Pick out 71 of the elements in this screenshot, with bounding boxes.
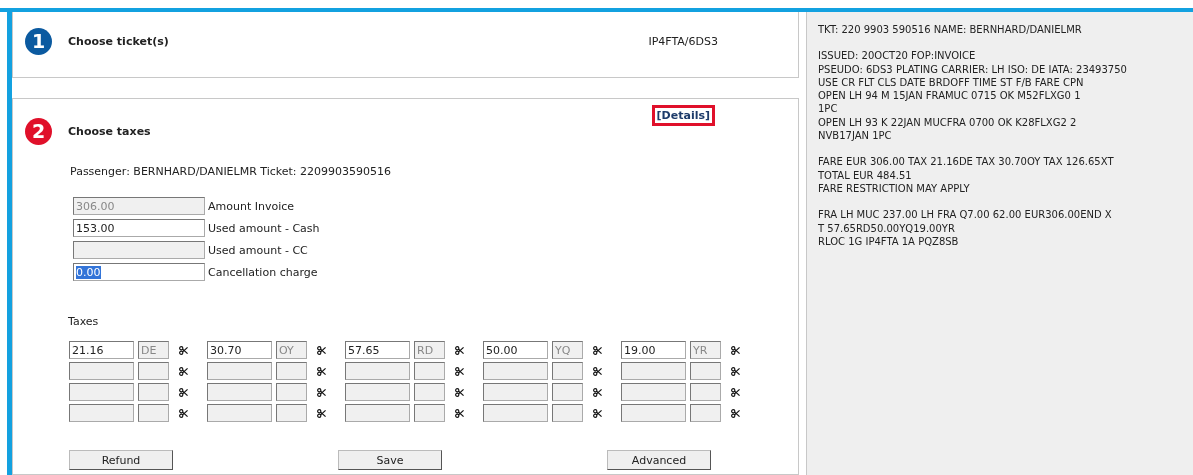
scissors-icon[interactable] [593,345,602,355]
step-title: Choose taxes [68,124,151,138]
ticket-text-line: TKT: 220 9903 590516 NAME: BERNHARD/DANIELMR [818,23,1083,37]
scissors-icon[interactable] [731,387,740,397]
passenger-info: Passenger: BERNHARD/DANIELMR Ticket: 2209903590516 [70,165,393,178]
scissors-icon[interactable] [455,387,464,397]
scissors-icon[interactable] [593,408,602,418]
ticket-text-line: FARE EUR 306.00 TAX 21.16DE TAX 30.70OY TAX 126.65XT [818,155,1115,169]
tax-amount-field[interactable]: 19.00 [621,341,686,359]
tax-code-field[interactable] [138,362,169,380]
field-label: Used amount - Cash [208,221,320,235]
ticket-text-line: FRA LH MUC 237.00 LH FRA Q7.00 62.00 EUR306.00END X [818,208,1113,222]
scissors-icon[interactable] [593,387,602,397]
scissors-icon[interactable] [317,366,326,376]
tax-code-field[interactable] [690,404,721,422]
ticket-text-line: ISSUED: 20OCT20 FOP:INVOICE [818,49,977,63]
ticket-text-line: 1PC [818,102,839,116]
step-number: 2 [25,117,52,145]
ticket-text-line: NVB17JAN 1PC [818,129,893,143]
tax-code-field[interactable] [552,362,583,380]
tax-code-field[interactable] [414,383,445,401]
field-label: Used amount - CC [208,243,308,257]
scissors-icon[interactable] [179,408,188,418]
tax-code-field[interactable] [276,404,307,422]
scissors-icon[interactable] [317,345,326,355]
tax-code-field[interactable] [552,404,583,422]
ticket-text-line: TOTAL EUR 484.51 [818,168,913,182]
step-title: Choose ticket(s) [68,34,169,48]
scissors-icon[interactable] [593,366,602,376]
amount-field[interactable]: 153.00 [73,219,205,237]
scissors-icon[interactable] [731,408,740,418]
action-button[interactable]: Refund [69,450,173,470]
tax-amount-field[interactable]: 50.00 [483,341,548,359]
ticket-text-line: T 57.65RD50.00YQ19.00YR [818,221,956,235]
ticket-text-line: PSEUDO: 6DS3 PLATING CARRIER: LH ISO: DE IATA: 23493750 [818,62,1128,76]
tax-amount-field[interactable]: 21.16 [69,341,134,359]
details-link[interactable]: [Details] [651,105,715,126]
tax-code-field[interactable] [138,404,169,422]
scissors-icon[interactable] [179,366,188,376]
scissors-icon[interactable] [455,366,464,376]
field-label: Amount Invoice [208,199,295,213]
scissors-icon[interactable] [731,366,740,376]
tax-code-field[interactable] [276,383,307,401]
ticket-text-line: FARE RESTRICTION MAY APPLY [818,181,971,196]
action-button[interactable]: Advanced [607,450,711,470]
tax-code-field[interactable] [690,383,721,401]
tax-amount-field[interactable]: 30.70 [207,341,272,359]
scissors-icon[interactable] [455,408,464,418]
tax-code-field[interactable] [414,404,445,422]
ticket-text-line: OPEN LH 93 K 22JAN MUCFRA 0700 OK K28FLXG2 2 [818,115,1078,130]
ticket-text-line: RLOC 1G IP4FTA 1A PQZ8SB [818,234,960,249]
tax-code-field[interactable] [414,362,445,380]
scissors-icon[interactable] [179,345,188,355]
ticket-text-line: USE CR FLT CLS DATE BRDOFF TIME ST F/B FARE CPN [818,75,1085,90]
scissors-icon[interactable] [317,408,326,418]
tax-code-field[interactable] [552,383,583,401]
ticket-text-line: OPEN LH 94 M 15JAN FRAMUC 0715 OK M52FLXG0 1 [818,89,1082,103]
scissors-icon[interactable] [731,345,740,355]
scissors-icon[interactable] [179,387,188,397]
tax-amount-field[interactable]: 57.65 [345,341,410,359]
section-label: Taxes [68,315,100,328]
amount-field[interactable]: 0.00 [73,263,205,281]
action-button[interactable]: Save [338,450,442,470]
booking-reference: IP4FTA/6DS3 [648,34,718,48]
scissors-icon[interactable] [455,345,464,355]
field-label: Cancellation charge [208,265,318,279]
tax-code-field[interactable] [690,362,721,380]
tax-code-field[interactable] [276,362,307,380]
tax-code-field[interactable] [138,383,169,401]
scissors-icon[interactable] [317,387,326,397]
step-number: 1 [25,27,52,55]
